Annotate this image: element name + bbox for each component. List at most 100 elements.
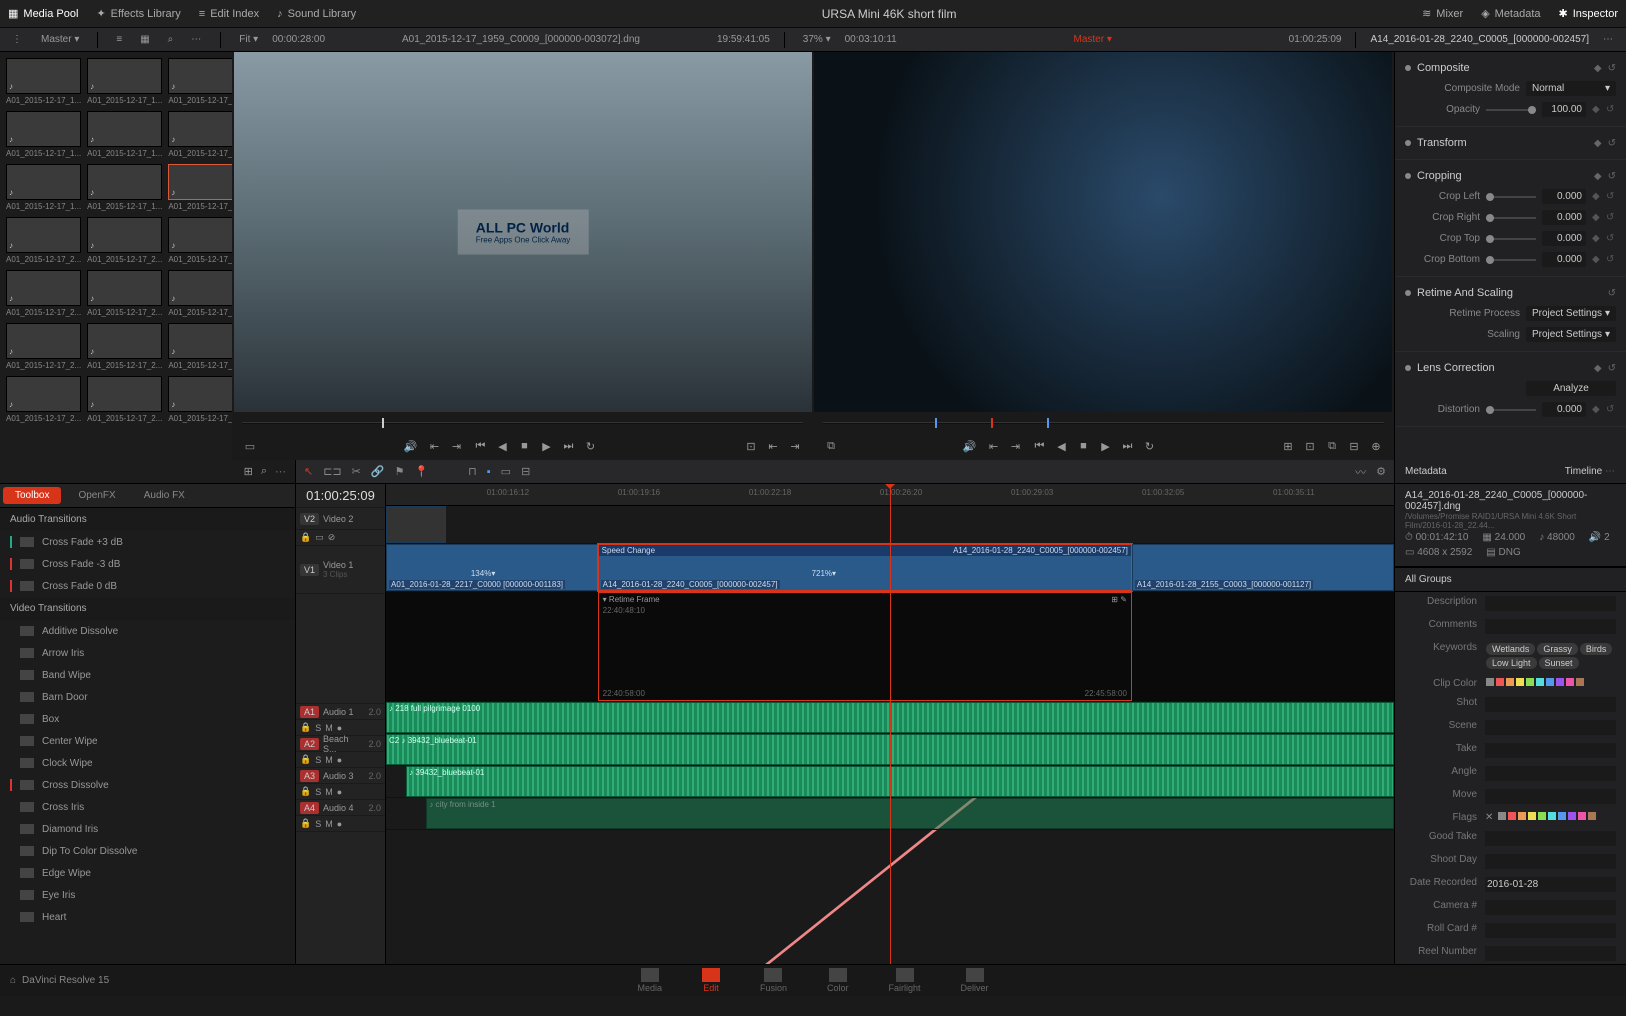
fx-item[interactable]: Arrow Iris [0, 642, 295, 664]
mute-icon[interactable]: M [325, 723, 333, 733]
view-grid-icon[interactable]: ▦ [136, 32, 153, 47]
meta-input[interactable] [1485, 743, 1616, 758]
media-pool-toggle[interactable]: ▦Media Pool [8, 7, 78, 20]
media-clip[interactable]: ♪A01_2015-12-17_2... [87, 376, 162, 423]
meta-input[interactable] [1485, 766, 1616, 781]
lock-icon[interactable]: 🔒 [300, 786, 311, 797]
volume-icon[interactable]: 🔊 [403, 440, 419, 453]
inspector-options[interactable]: ⋯ [1599, 32, 1618, 47]
crop-value[interactable]: 0.000 [1542, 189, 1586, 204]
v2-select[interactable]: V2 [300, 513, 319, 525]
prev-frame-icon[interactable]: ◀ [495, 440, 511, 453]
mark-out-icon[interactable]: ⇥ [1008, 440, 1024, 453]
first-frame-icon[interactable]: ⏮ [473, 440, 489, 453]
search-icon[interactable]: ⌕ [164, 32, 178, 47]
audio-track-select[interactable]: A1 [300, 706, 319, 718]
arm-icon[interactable]: ● [337, 723, 342, 733]
media-clip[interactable]: ♪A01_2015-12-17_1... [168, 58, 232, 105]
composite-header[interactable]: Composite◆↺ [1405, 58, 1616, 78]
trim-tool-icon[interactable]: ⊏⊐ [323, 465, 341, 478]
media-clip[interactable]: ♪A01_2015-12-17_2... [6, 376, 81, 423]
audio-track-select[interactable]: A2 [300, 738, 319, 750]
solo-icon[interactable]: S [315, 819, 321, 829]
metadata-scope[interactable]: Timeline [1565, 466, 1602, 477]
retime-process-select[interactable]: Project Settings▾ [1526, 306, 1616, 321]
edit-index-toggle[interactable]: ≡Edit Index [199, 8, 259, 20]
media-clip[interactable]: ♪A01_2015-12-17_1... [6, 164, 81, 211]
page-media[interactable]: Media [637, 968, 662, 993]
fx-item[interactable]: Center Wipe [0, 730, 295, 752]
meta-input[interactable] [1485, 720, 1616, 735]
media-clip[interactable]: ♪A01_2015-12-17_2... [87, 270, 162, 317]
prg-mode-icon[interactable]: ⧉ [823, 440, 839, 453]
loop-icon[interactable]: ↻ [1142, 440, 1158, 453]
timeline-clip[interactable]: A14_2016-01-28_2155_C0003_[000000-001127… [1132, 544, 1394, 591]
metadata-toggle[interactable]: ◈Metadata [1481, 7, 1540, 20]
link-selection-icon[interactable]: ▪ [487, 466, 491, 478]
fx-item[interactable]: Cross Fade 0 dB [0, 575, 295, 597]
bin-options-icon[interactable]: ⋮ [8, 32, 27, 47]
play-icon[interactable]: ▶ [1098, 440, 1114, 453]
media-clip[interactable]: ♪A01_2015-12-17_1... [87, 58, 162, 105]
inspector-toggle[interactable]: ✱Inspector [1559, 7, 1618, 20]
opacity-value[interactable]: 100.00 [1542, 102, 1586, 117]
fx-item[interactable]: Box [0, 708, 295, 730]
meta-input[interactable] [1485, 877, 1616, 892]
goto-in-icon[interactable]: ⇤ [765, 440, 781, 453]
meta-input[interactable] [1485, 619, 1616, 634]
fx-expand-icon[interactable]: ⊞ [244, 465, 253, 478]
scaling-select[interactable]: Project Settings▾ [1526, 327, 1616, 342]
media-clip[interactable]: ♪A01_2015-12-17_2... [87, 217, 162, 264]
crop-value[interactable]: 0.000 [1542, 210, 1586, 225]
fit-dropdown[interactable]: Fit ▾ [235, 32, 262, 47]
page-fusion[interactable]: Fusion [760, 968, 787, 993]
reset-icon[interactable]: ↺ [1608, 63, 1616, 74]
mute-icon[interactable]: M [325, 819, 333, 829]
fx-item[interactable]: Band Wipe [0, 664, 295, 686]
fx-search-icon[interactable]: ⌕ [261, 465, 267, 478]
zoom-slider[interactable]: 〰 [1355, 464, 1366, 480]
crop-slider[interactable] [1486, 217, 1536, 219]
mark-out-icon[interactable]: ⇥ [449, 440, 465, 453]
keyframe-icon[interactable]: ◆ [1594, 63, 1602, 74]
fit-to-fill-icon[interactable]: ⊟ [1346, 440, 1362, 453]
v1-select[interactable]: V1 [300, 564, 319, 576]
media-clip[interactable]: ♪A01_2015-12-17_1... [87, 111, 162, 158]
match-frame-icon[interactable]: ⊡ [743, 440, 759, 453]
pool-options[interactable]: ⋯ [187, 32, 206, 47]
volume-icon[interactable]: 🔊 [962, 440, 978, 453]
media-clip[interactable]: ♪A01_2015-12-17_2... [168, 270, 232, 317]
fx-item[interactable]: Heart [0, 906, 295, 928]
media-clip[interactable]: ♪A01_2015-12-17_1... [87, 164, 162, 211]
crop-slider[interactable] [1486, 196, 1536, 198]
fx-item[interactable]: Clock Wipe [0, 752, 295, 774]
lens-header[interactable]: Lens Correction◆↺ [1405, 358, 1616, 378]
src-scrubber[interactable] [232, 412, 813, 432]
razor-tool-icon[interactable]: ✂ [352, 465, 361, 478]
cropping-header[interactable]: Cropping◆↺ [1405, 166, 1616, 186]
solo-icon[interactable]: S [315, 723, 321, 733]
lock-icon[interactable]: 🔒 [300, 818, 311, 829]
mark-in-icon[interactable]: ⇤ [986, 440, 1002, 453]
media-clip[interactable]: ♪A01_2015-12-17_2... [168, 376, 232, 423]
stop-icon[interactable]: ■ [517, 440, 533, 452]
home-icon[interactable]: ⌂ [10, 975, 16, 986]
meta-input[interactable] [1485, 789, 1616, 804]
distortion-slider[interactable] [1486, 409, 1536, 411]
timeline-clip[interactable]: A01_2016-01-28_2217_C0000 [000000-001183… [386, 544, 598, 591]
solo-icon[interactable]: S [315, 787, 321, 797]
crop-value[interactable]: 0.000 [1542, 252, 1586, 267]
analyze-button[interactable]: Analyze [1526, 381, 1616, 396]
first-frame-icon[interactable]: ⏮ [1032, 440, 1048, 453]
mute-icon[interactable]: M [325, 755, 333, 765]
v2-clip[interactable] [386, 506, 446, 543]
media-clip[interactable]: ♪A01_2015-12-17_2... [6, 217, 81, 264]
media-clip[interactable]: ♪A01_2015-12-17_2... [87, 323, 162, 370]
metadata-groups[interactable]: All Groups [1405, 574, 1452, 585]
meta-input[interactable] [1485, 946, 1616, 961]
fx-item[interactable]: Cross Dissolve [0, 774, 295, 796]
view-list-icon[interactable]: ≡ [112, 32, 126, 47]
page-deliver[interactable]: Deliver [961, 968, 989, 993]
a3-clip[interactable]: ♪ 39432_bluebeat-01 [406, 766, 1394, 797]
prg-scrubber[interactable] [813, 412, 1394, 432]
